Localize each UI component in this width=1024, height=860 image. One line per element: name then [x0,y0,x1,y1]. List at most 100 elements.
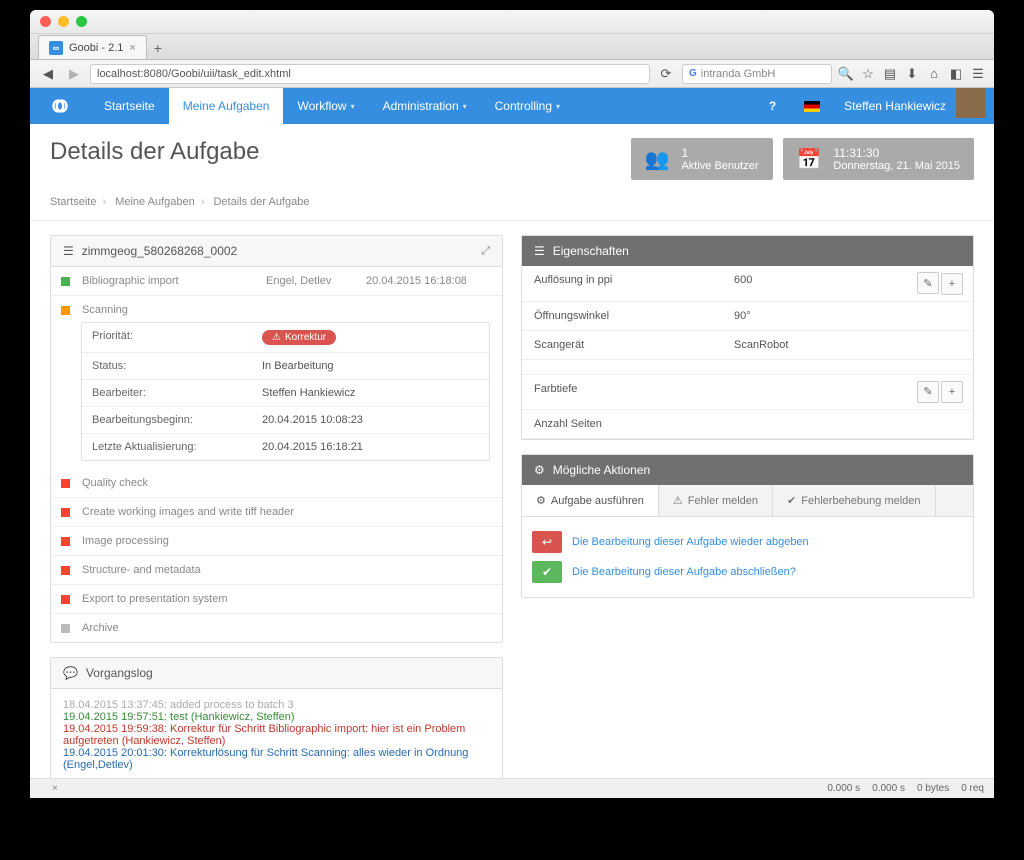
status-square-icon [61,479,70,488]
maximize-icon[interactable] [76,16,87,27]
step-row: Bibliographic import Engel, Detlev 20.04… [51,267,502,296]
clipboard-icon[interactable]: ▤ [882,66,898,82]
step-row-current: Scanning [51,296,502,316]
log-entry: 19.04.2015 20:01:30: Korrekturlösung für… [63,747,490,771]
check-icon: ✔ [787,494,796,507]
step-detail-table: Priorität:⚠Korrektur Status:In Bearbeitu… [81,322,490,461]
log-entry: 19.04.2015 19:59:38: Korrektur für Schri… [63,723,490,747]
undo-icon[interactable]: ↩ [532,531,562,553]
log-panel: 💬 Vorgangslog 18.04.2015 13:37:45: added… [50,657,503,778]
back-button[interactable]: ◀ [38,64,58,84]
step-row: Archive [51,614,502,642]
app-navbar: Startseite Meine Aufgaben Workflow▾ Admi… [30,88,994,124]
status-square-icon [61,566,70,575]
chevron-down-icon: ▾ [463,102,467,111]
crumb-home[interactable]: Startseite [50,196,96,208]
active-users-box: 👥 1Aktive Benutzer [631,138,773,180]
step-row: Structure- and metadata [51,556,502,585]
check-icon[interactable]: ✔ [532,561,562,583]
status-square-icon [61,508,70,517]
tab-report-error[interactable]: ⚠Fehler melden [659,485,773,516]
nav-home[interactable]: Startseite [90,88,169,124]
browser-toolbar: ◀ ▶ ⟳ Gintranda GmbH 🔍 ☆ ▤ ⬇ ⌂ ◧ ☰ [30,60,994,88]
properties-panel: ☰ Eigenschaften Auflösung in ppi600✎+ Öf… [521,235,974,440]
step-list-panel: ☰ zimmgeog_580268268_0002 ⤢ Bibliographi… [50,235,503,643]
tab-execute[interactable]: ⚙Aufgabe ausführen [522,485,659,516]
language-selector[interactable] [790,88,834,124]
statusbar: × 0.000 s 0.000 s 0 bytes 0 req [30,778,994,798]
step-row: Image processing [51,527,502,556]
browser-tab[interactable]: ∞ Goobi - 2.1 × [38,35,147,59]
actions-title: Mögliche Aktionen [553,463,650,477]
close-icon[interactable] [40,16,51,27]
help-button[interactable]: ? [755,88,790,124]
list-icon: ☰ [63,244,74,258]
chevron-down-icon: ▾ [351,102,355,111]
download-icon[interactable]: ⬇ [904,66,920,82]
star-icon[interactable]: ☆ [860,66,876,82]
log-entry: 19.04.2015 19:57:51: test (Hankiewicz, S… [63,711,490,723]
status-square-icon [61,624,70,633]
minimize-icon[interactable] [58,16,69,27]
home-icon[interactable]: ⌂ [926,66,942,82]
gear-icon: ⚙ [536,494,546,507]
chevron-down-icon: ▾ [556,102,560,111]
crumb-tasks[interactable]: Meine Aufgaben [115,196,195,208]
datetime-box: 📅 11:31:30Donnerstag, 21. Mai 2015 [783,138,975,180]
user-menu[interactable]: Steffen Hankiewicz [834,88,956,124]
status-square-icon [61,306,70,315]
expand-icon[interactable]: ⤢ [481,245,490,258]
browser-tabstrip: ∞ Goobi - 2.1 × + [30,34,994,60]
close-tab-icon[interactable]: × [129,42,135,54]
app-logo[interactable] [30,88,90,124]
comments-icon: 💬 [63,666,78,680]
status-square-icon [61,537,70,546]
nav-administration[interactable]: Administration▾ [369,88,481,124]
nav-my-tasks[interactable]: Meine Aufgaben [169,88,284,124]
tab-title: Goobi - 2.1 [69,42,123,54]
search-input[interactable]: Gintranda GmbH [682,64,832,84]
new-tab-button[interactable]: + [147,37,169,59]
list-icon: ☰ [534,244,545,258]
reload-button[interactable]: ⟳ [656,64,676,84]
breadcrumb: Startseite› Meine Aufgaben› Details der … [30,190,994,221]
actions-panel: ⚙ Mögliche Aktionen ⚙Aufgabe ausführen ⚠… [521,454,974,598]
statusbar-close-icon[interactable]: × [52,783,58,794]
add-button[interactable]: + [941,381,963,403]
log-title: Vorgangslog [86,666,153,680]
properties-title: Eigenschaften [553,244,629,258]
avatar[interactable] [956,88,986,118]
window-titlebar [30,10,994,34]
forward-button[interactable]: ▶ [64,64,84,84]
step-row: Create working images and write tiff hea… [51,498,502,527]
plugin-icon[interactable]: ◧ [948,66,964,82]
log-entry: 18.04.2015 13:37:45: added process to ba… [63,699,490,711]
edit-button[interactable]: ✎ [917,381,939,403]
calendar-icon: 📅 [797,147,822,172]
step-row: Quality check [51,469,502,498]
step-row: Export to presentation system [51,585,502,614]
url-input[interactable] [90,64,650,84]
warning-icon: ⚠ [673,494,683,507]
action-return-task: ↩ Die Bearbeitung dieser Aufgabe wieder … [532,527,963,557]
add-button[interactable]: + [941,273,963,295]
search-icon[interactable]: 🔍 [838,66,854,82]
action-finish-link[interactable]: Die Bearbeitung dieser Aufgabe abschließ… [572,566,796,578]
process-title: zimmgeog_580268268_0002 [82,244,237,258]
action-return-link[interactable]: Die Bearbeitung dieser Aufgabe wieder ab… [572,536,809,548]
flag-de-icon [804,101,820,112]
favicon-icon: ∞ [49,41,63,55]
gear-icon: ⚙ [534,463,545,477]
users-icon: 👥 [645,147,670,172]
nav-controlling[interactable]: Controlling▾ [481,88,574,124]
korrektur-badge: ⚠Korrektur [262,330,336,345]
action-finish-task: ✔ Die Bearbeitung dieser Aufgabe abschli… [532,557,963,587]
status-square-icon [61,277,70,286]
tab-report-fix[interactable]: ✔Fehlerbehebung melden [773,485,935,516]
edit-button[interactable]: ✎ [917,272,939,294]
nav-workflow[interactable]: Workflow▾ [283,88,368,124]
menu-icon[interactable]: ☰ [970,66,986,82]
status-square-icon [61,595,70,604]
warning-icon: ⚠ [272,332,281,343]
crumb-current: Details der Aufgabe [213,196,309,208]
